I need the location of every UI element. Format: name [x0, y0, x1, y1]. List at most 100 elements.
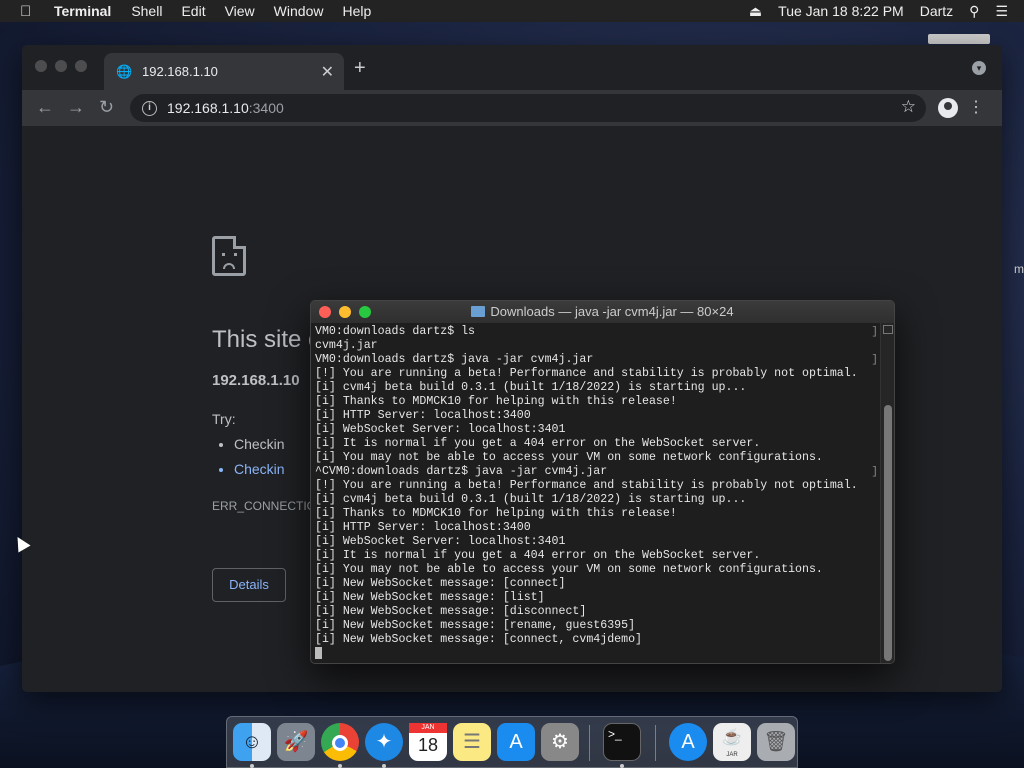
terminal-line: [!] You are running a beta! Performance …: [315, 367, 858, 380]
terminal-icon[interactable]: >_: [603, 723, 641, 761]
terminal-cursor: [315, 647, 322, 659]
terminal-line: [i] You may not be able to access your V…: [315, 563, 823, 576]
url-host: 192.168.1.10: [167, 100, 249, 116]
reload-icon[interactable]: ↻: [99, 97, 114, 118]
trash-icon[interactable]: 🗑: [757, 723, 795, 761]
new-tab-button[interactable]: +: [354, 57, 366, 80]
minimize-window-button[interactable]: [55, 60, 67, 72]
dock: ☺ 🚀 ✦ JAN 18 ☰ A ⚙ >_ A ☕ JAR 🗑: [226, 716, 798, 768]
dock-separator: [655, 725, 656, 761]
more-menu-icon[interactable]: ⋮: [968, 97, 984, 117]
terminal-line: [i] HTTP Server: localhost:3400: [315, 409, 531, 422]
finder-icon[interactable]: ☺: [233, 723, 271, 761]
terminal-line: [i] cvm4j beta build 0.3.1 (built 1/18/2…: [315, 493, 747, 506]
globe-icon: 🌐: [116, 63, 133, 79]
clock[interactable]: Tue Jan 18 8:22 PM: [778, 3, 904, 19]
desktop-item-label: m: [1014, 262, 1024, 276]
terminal-line: [i] cvm4j beta build 0.3.1 (built 1/18/2…: [315, 381, 747, 394]
suggestion-link[interactable]: Checkin: [234, 461, 285, 477]
terminal-line: [i] New WebSocket message: [connect]: [315, 577, 566, 590]
running-indicator: [250, 764, 254, 768]
system-preferences-icon[interactable]: ⚙: [541, 723, 579, 761]
terminal-title-bar[interactable]: Downloads — java -jar cvm4j.jar — 80×24: [311, 301, 894, 323]
back-arrow-icon[interactable]: ←: [36, 97, 54, 118]
apple-icon[interactable]: : [20, 3, 40, 20]
launchpad-icon[interactable]: 🚀: [277, 723, 315, 761]
terminal-line: ^CVM0:downloads dartz$ java -jar cvm4j.j…: [315, 465, 608, 478]
split-pane-icon[interactable]: [883, 325, 893, 334]
tab-strip: 🌐 192.168.1.10 ✕ + ▾: [22, 45, 1002, 90]
terminal-output[interactable]: VM0:downloads dartz$ ls cvm4j.jar VM0:down…: [315, 325, 880, 661]
scrollbar-thumb[interactable]: [884, 405, 892, 661]
close-tab-icon[interactable]: ✕: [321, 62, 334, 82]
chrome-icon[interactable]: [321, 723, 359, 761]
tab-search-icon[interactable]: ▾: [972, 61, 986, 75]
prompt-mark: ]: [871, 354, 878, 366]
error-title: This site c: [212, 326, 321, 353]
terminal-line: [i] WebSocket Server: localhost:3401: [315, 535, 566, 548]
menu-window[interactable]: Window: [274, 3, 324, 19]
terminal-line: [i] New WebSocket message: [disconnect]: [315, 605, 587, 618]
menu-extras: ⏏ Tue Jan 18 8:22 PM Dartz ⚲ ☰: [749, 0, 1024, 22]
url-port: :3400: [248, 100, 284, 116]
window-controls: [35, 60, 95, 72]
java-jar-icon[interactable]: ☕ JAR: [713, 723, 751, 761]
site-info-icon[interactable]: i: [142, 100, 157, 116]
menu-shell[interactable]: Shell: [131, 3, 162, 19]
error-suggestions: Checkin Checkin: [234, 436, 285, 486]
eject-icon[interactable]: ⏏: [749, 3, 762, 20]
desktop-file-icon[interactable]: [928, 34, 990, 44]
terminal-line: [i] Thanks to MDMCK10 for helping with t…: [315, 395, 677, 408]
menu-app-terminal[interactable]: Terminal: [54, 3, 111, 19]
terminal-line: [i] New WebSocket message: [rename, gues…: [315, 619, 636, 632]
menu-help[interactable]: Help: [342, 3, 371, 19]
prompt-mark: ]: [871, 326, 878, 338]
menu-view[interactable]: View: [225, 3, 255, 19]
suggestion-item: Checkin: [234, 436, 285, 452]
address-bar[interactable]: i 192.168.1.10 :3400 ☆: [130, 94, 926, 122]
menu-edit[interactable]: Edit: [181, 3, 205, 19]
terminal-line: VM0:downloads dartz$ ls: [315, 325, 476, 338]
browser-toolbar: ← → ↻ i 192.168.1.10 :3400 ☆ ⋮: [22, 90, 1002, 126]
terminal-line: [i] WebSocket Server: localhost:3401: [315, 423, 566, 436]
app-store-icon[interactable]: A: [497, 723, 535, 761]
terminal-line: [i] New WebSocket message: [list]: [315, 591, 545, 604]
terminal-title: Downloads — java -jar cvm4j.jar — 80×24: [490, 304, 734, 319]
app-store-icon[interactable]: A: [669, 723, 707, 761]
running-indicator: [382, 764, 386, 768]
notification-center-icon[interactable]: ☰: [995, 3, 1008, 20]
safari-icon[interactable]: ✦: [365, 723, 403, 761]
terminal-line: VM0:downloads dartz$ java -jar cvm4j.jar: [315, 353, 594, 366]
close-window-button[interactable]: [319, 306, 331, 318]
terminal-line: [i] Thanks to MDMCK10 for helping with t…: [315, 507, 677, 520]
terminal-window: Downloads — java -jar cvm4j.jar — 80×24 …: [310, 300, 895, 664]
zoom-window-button[interactable]: [75, 60, 87, 72]
terminal-scrollbar[interactable]: [880, 323, 894, 663]
error-host: 192.168.1.10: [212, 372, 300, 389]
terminal-line: cvm4j.jar: [315, 339, 378, 352]
close-window-button[interactable]: [35, 60, 47, 72]
calendar-icon[interactable]: JAN 18: [409, 723, 447, 761]
minimize-window-button[interactable]: [339, 306, 351, 318]
tab-title: 192.168.1.10: [142, 64, 218, 79]
calendar-day: 18: [417, 735, 439, 755]
notes-icon[interactable]: ☰: [453, 723, 491, 761]
spotlight-search-icon[interactable]: ⚲: [969, 3, 979, 20]
details-button[interactable]: Details: [212, 568, 286, 602]
zoom-window-button[interactable]: [359, 306, 371, 318]
bookmark-star-icon[interactable]: ☆: [901, 97, 916, 117]
browser-tab[interactable]: 🌐 192.168.1.10 ✕: [104, 53, 344, 90]
error-try-label: Try:: [212, 411, 236, 427]
terminal-line: [i] It is normal if you get a 404 error …: [315, 549, 761, 562]
jar-label: JAR: [726, 752, 738, 758]
terminal-cursor-line: [315, 647, 880, 661]
terminal-line: [i] HTTP Server: localhost:3400: [315, 521, 531, 534]
running-indicator: [620, 764, 624, 768]
sad-document-icon: [212, 236, 246, 276]
forward-arrow-icon[interactable]: →: [67, 97, 85, 118]
terminal-line: [i] It is normal if you get a 404 error …: [315, 437, 761, 450]
user-name[interactable]: Dartz: [920, 3, 953, 19]
prompt-mark: ]: [871, 466, 878, 478]
profile-icon[interactable]: [938, 98, 958, 118]
folder-icon: [471, 306, 486, 317]
